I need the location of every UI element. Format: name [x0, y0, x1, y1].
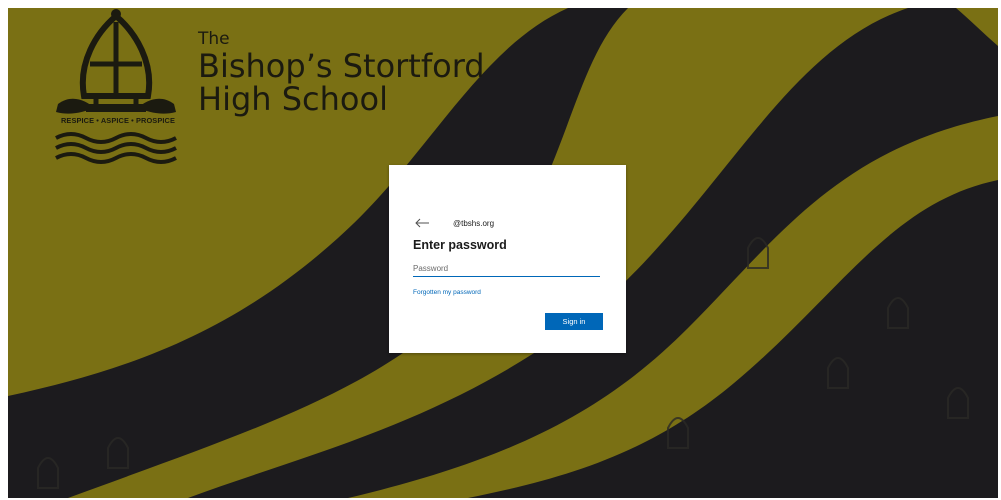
account-email: @tbshs.org — [453, 218, 495, 228]
mitre-crest-icon — [55, 9, 177, 164]
school-motto: RESPICE • ASPICE • PROSPICE — [61, 116, 175, 125]
forgot-password-link[interactable]: Forgotten my password — [413, 289, 481, 296]
account-identity: @tbshs.org — [413, 218, 494, 228]
back-arrow-icon[interactable] — [413, 218, 431, 228]
sign-in-title: Enter password — [413, 238, 507, 252]
sign-in-card: @tbshs.org Enter password Forgotten my p… — [389, 165, 626, 353]
school-name: The Bishop’s Stortford High School — [198, 28, 485, 116]
sign-in-button[interactable]: Sign in — [545, 313, 603, 330]
school-name-line-1: Bishop’s Stortford — [198, 47, 485, 85]
password-input[interactable] — [413, 261, 600, 277]
school-name-line-2: High School — [198, 80, 388, 118]
